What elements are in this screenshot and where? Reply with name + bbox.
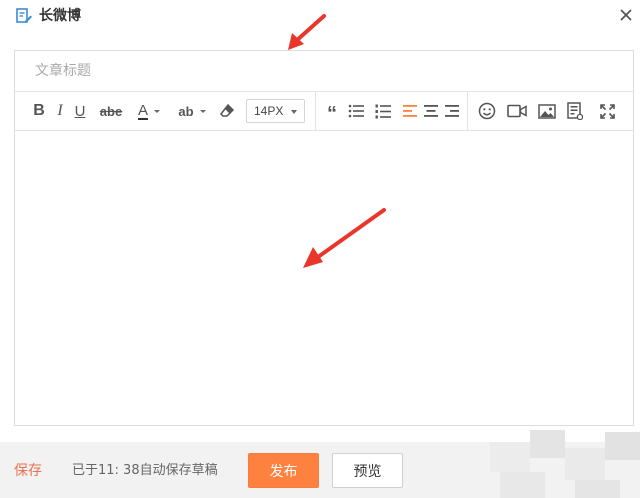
annotation-arrow-title (288, 14, 326, 50)
annotation-arrow-content (303, 208, 386, 268)
annotation-arrows (288, 14, 386, 268)
long-weibo-dialog: 长微博 B I U abe A (0, 0, 640, 498)
